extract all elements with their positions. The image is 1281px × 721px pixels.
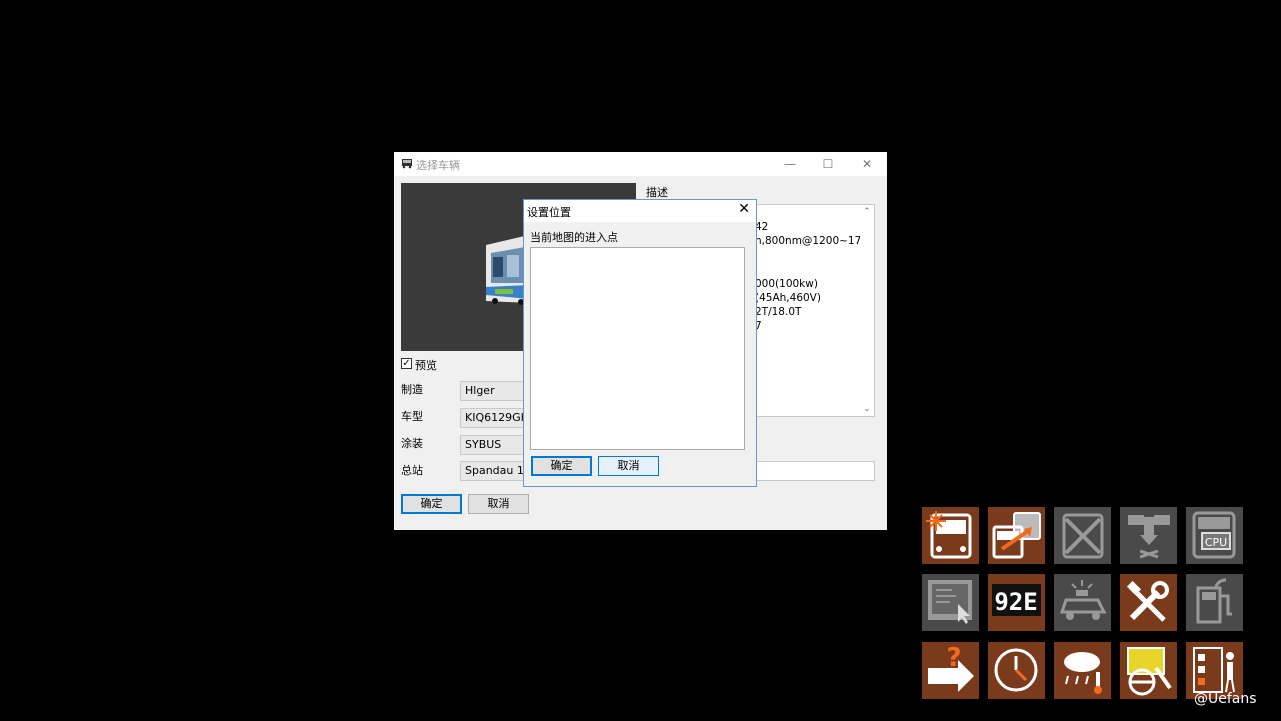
terminal-extra-field[interactable] [756, 461, 875, 481]
entry-points-list[interactable] [530, 247, 745, 450]
map-touch-icon [928, 580, 972, 624]
repair-tools-icon [1126, 580, 1169, 622]
bus-swap-icon [992, 512, 1041, 559]
model-label: 车型 [401, 410, 423, 423]
tile-fuel-pump[interactable] [1186, 574, 1243, 631]
terminal-field[interactable]: Spandau 198 [460, 461, 524, 481]
description-line: 42 [755, 221, 769, 233]
tile-bus-lower[interactable] [1120, 507, 1177, 564]
make-field[interactable]: Hlger [460, 381, 524, 401]
cancel-button[interactable]: 取消 [468, 494, 529, 514]
description-line: h,800nm@1200~170 [755, 235, 868, 247]
route-number-icon: 92E [992, 584, 1041, 616]
close-icon[interactable]: ✕ [853, 155, 881, 173]
tile-map-touch[interactable] [922, 574, 979, 631]
make-label: 制造 [401, 383, 423, 396]
dialog-cancel-button[interactable]: 取消 [598, 456, 659, 476]
tile-driver-bus[interactable] [1120, 642, 1177, 699]
tile-help-arrow[interactable]: ? [922, 642, 979, 699]
scrollbar[interactable]: ⌃ ⌄ [860, 205, 874, 416]
clock-icon [994, 648, 1038, 692]
maximize-icon[interactable]: ☐ [814, 155, 842, 173]
tile-bus-swap[interactable] [988, 507, 1045, 564]
minimize-icon[interactable]: — [776, 155, 804, 173]
bus-light-icon [926, 511, 972, 559]
tile-police-car[interactable] [1054, 574, 1111, 631]
weather-icon [1064, 652, 1102, 694]
livery-field[interactable]: SYBUS [460, 435, 524, 455]
dialog-title: 设置位置 [527, 206, 571, 219]
tile-bus-light[interactable] [922, 507, 979, 564]
ok-button[interactable]: 确定 [401, 494, 462, 514]
bus-lower-icon [1128, 515, 1170, 559]
scroll-up-icon[interactable]: ⌃ [860, 207, 874, 217]
dialog-title-bar[interactable]: 设置位置 ✕ [524, 200, 756, 222]
title-bar[interactable]: 选择车辆 — ☐ ✕ [394, 152, 887, 176]
tile-bus-remove[interactable] [1054, 507, 1111, 564]
livery-label: 涂装 [401, 437, 423, 450]
preview-label: 预览 [415, 359, 437, 372]
watermark: @Uefans [1194, 691, 1257, 707]
preview-checkbox[interactable]: ✓ [401, 358, 412, 369]
tile-bus-cpu[interactable]: CPU [1186, 507, 1243, 564]
bus-remove-icon [1062, 513, 1104, 559]
dialog-close-icon[interactable]: ✕ [738, 201, 750, 217]
driver-bus-icon [1127, 647, 1172, 696]
svg-text:CPU: CPU [1205, 536, 1227, 549]
terminal-label: 总站 [401, 464, 423, 477]
set-location-dialog: 设置位置 ✕ 当前地图的进入点 确定 取消 [523, 199, 757, 487]
description-line: 2T/18.0T [755, 306, 802, 318]
svg-text:?: ? [946, 643, 961, 673]
description-line: 000(100kw) [755, 278, 818, 290]
model-field[interactable]: KIQ6129GHE [460, 408, 524, 428]
bus-cpu-icon: CPU [1192, 511, 1236, 559]
description-line: (45Ah,460V) [755, 292, 821, 304]
help-arrow-icon: ? [928, 643, 974, 692]
svg-text:92E: 92E [994, 588, 1037, 616]
police-car-icon [1059, 580, 1107, 620]
tile-clock[interactable] [988, 642, 1045, 699]
scroll-down-icon[interactable]: ⌄ [860, 404, 874, 414]
bus-app-icon [402, 159, 412, 169]
window-title: 选择车辆 [416, 159, 460, 172]
description-label: 描述 [646, 186, 668, 199]
tile-repair-tools[interactable] [1120, 574, 1177, 631]
tile-weather[interactable] [1054, 642, 1111, 699]
dialog-ok-button[interactable]: 确定 [531, 456, 592, 476]
fuel-pump-icon [1196, 578, 1232, 624]
entry-points-label: 当前地图的进入点 [530, 231, 618, 244]
tile-route-number[interactable]: 92E [988, 574, 1045, 631]
